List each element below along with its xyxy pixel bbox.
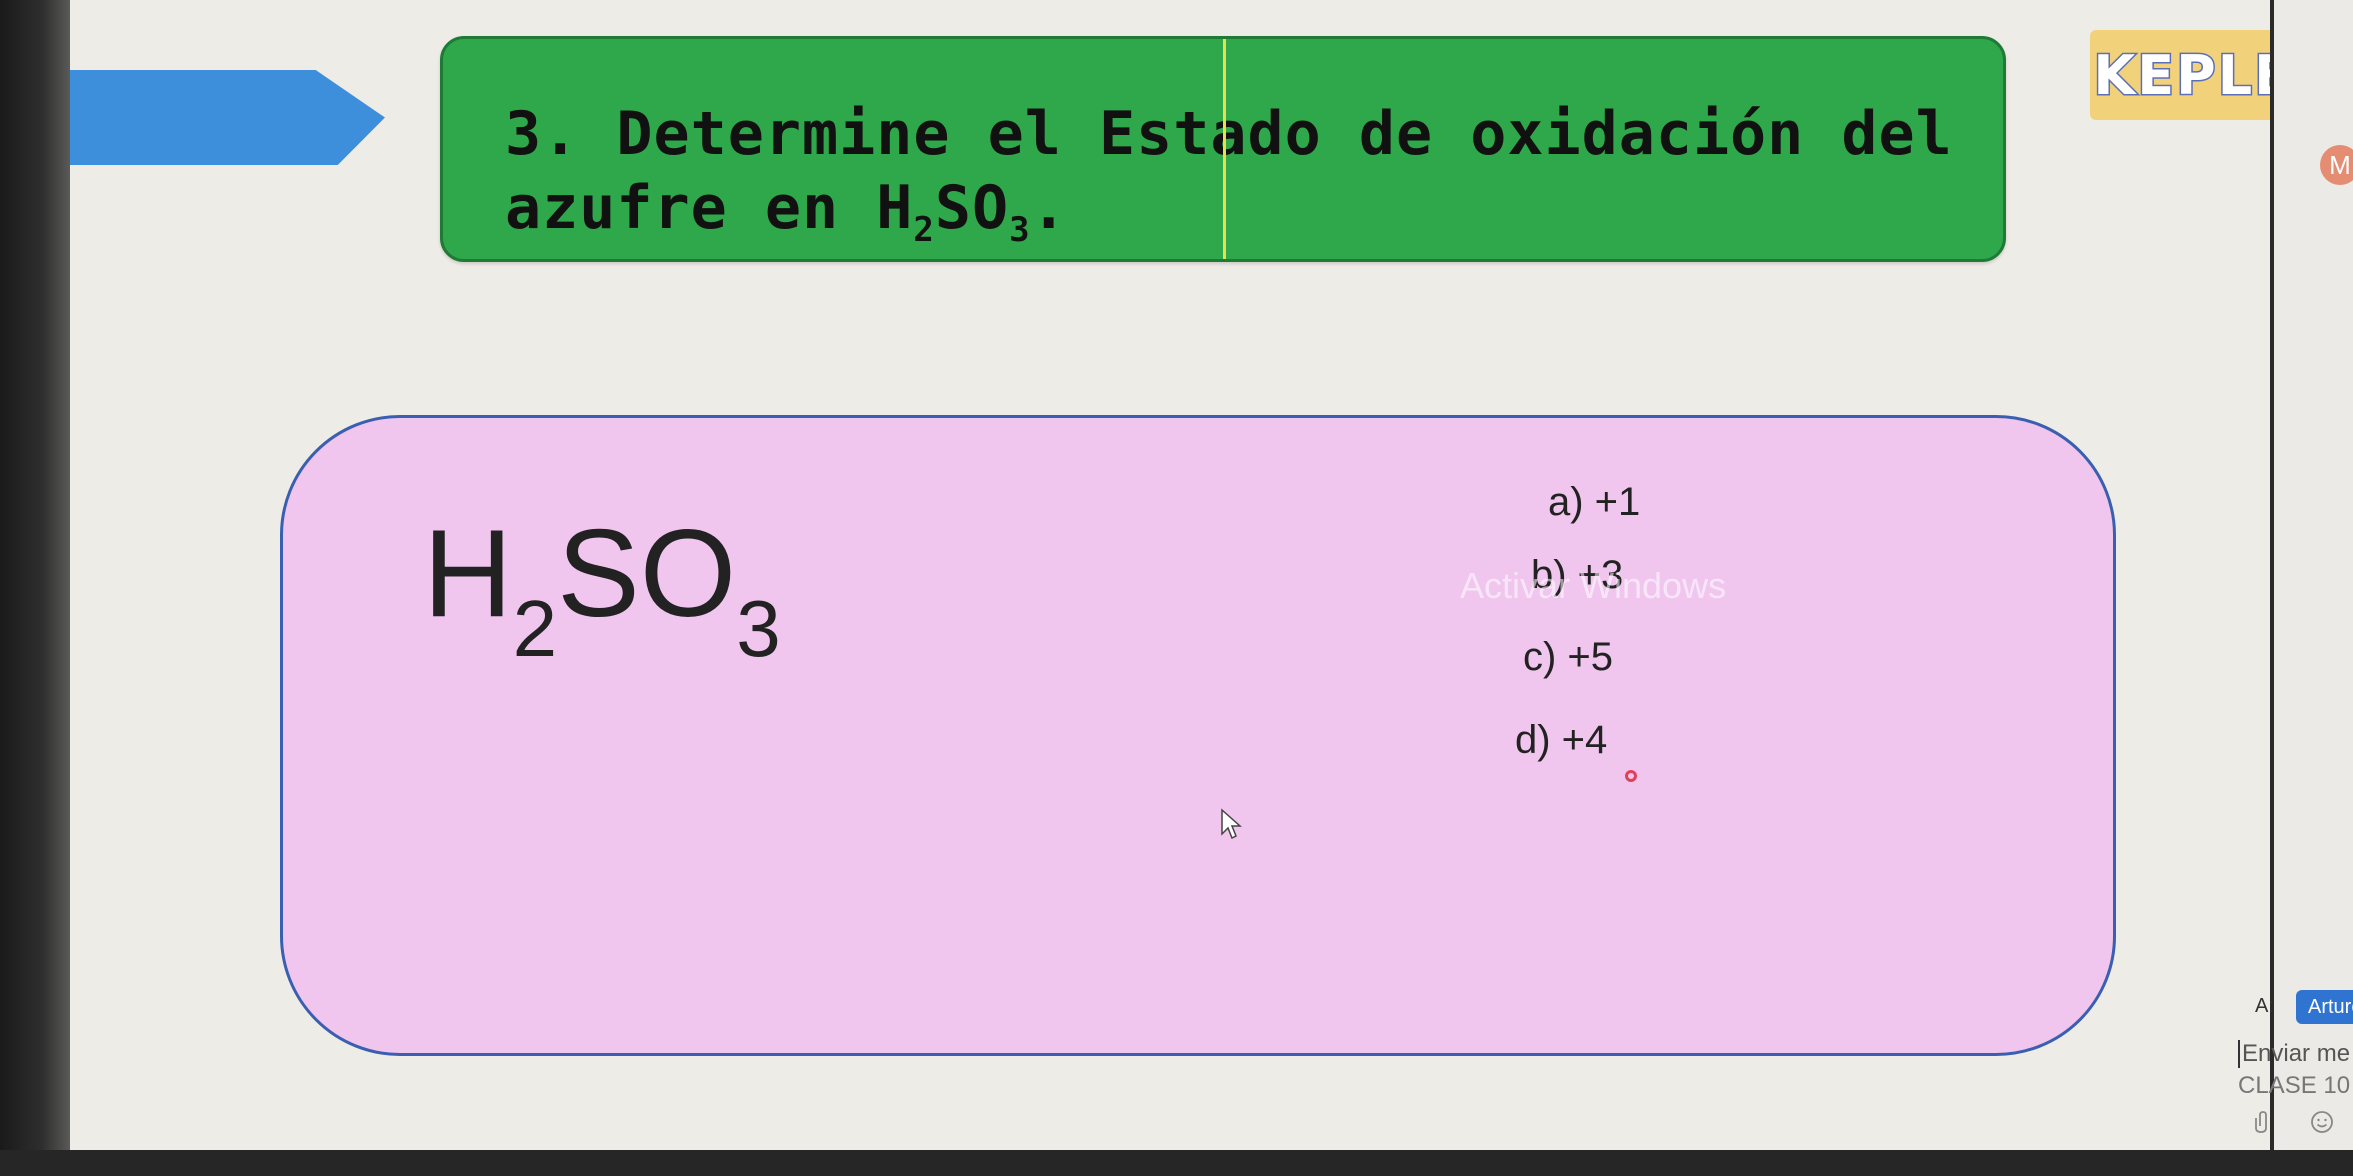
recipient-selector[interactable]: Arturo [2296, 990, 2353, 1024]
presentation-slide: 3. Determine el Estado de oxidación del … [70, 0, 2340, 1150]
monitor-bezel-bottom [0, 1150, 2353, 1176]
class-label: CLASE 10 [2238, 1072, 2351, 1099]
monitor-bezel-left [0, 0, 70, 1176]
emoji-icon[interactable] [2310, 1110, 2334, 1134]
question-formula-so: SO [934, 173, 1010, 243]
question-suffix: . [1030, 173, 1068, 243]
formula-h: H [423, 505, 513, 643]
option-c[interactable]: c) +5 [1523, 635, 1613, 680]
formula-so-sub: 3 [736, 584, 781, 673]
question-formula-h-sub: 2 [913, 210, 935, 250]
question-formula-h: H [876, 173, 914, 243]
mouse-pointer-icon [1221, 808, 1242, 840]
question-text: 3. Determine el Estado de oxidación del … [505, 97, 1963, 267]
blue-arrow-decoration [70, 70, 385, 165]
participant-avatar[interactable]: M [2320, 145, 2353, 185]
formula-so: SO [557, 505, 737, 643]
answer-options-box: H2SO3 a) +1 b) +3 c) +5 d) +4 [280, 415, 2116, 1056]
question-title-box: 3. Determine el Estado de oxidación del … [440, 36, 2006, 262]
option-a[interactable]: a) +1 [1548, 480, 1640, 525]
chat-message-input[interactable]: Enviar me [2238, 1040, 2350, 1068]
text-cursor-line [1223, 39, 1226, 259]
attach-file-icon[interactable] [2252, 1110, 2270, 1134]
option-d[interactable]: d) +4 [1515, 718, 1607, 763]
chat-to-label: A: [2255, 995, 2274, 1017]
formula-h-sub: 2 [512, 584, 558, 673]
activate-windows-watermark: Activar Windows [1460, 565, 1727, 606]
laser-pointer-dot [1625, 770, 1637, 782]
chemical-formula: H2SO3 [423, 503, 781, 673]
question-formula-so-sub: 3 [1009, 210, 1031, 250]
question-prefix: 3. Determine el Estado de oxidación del … [505, 99, 1953, 243]
